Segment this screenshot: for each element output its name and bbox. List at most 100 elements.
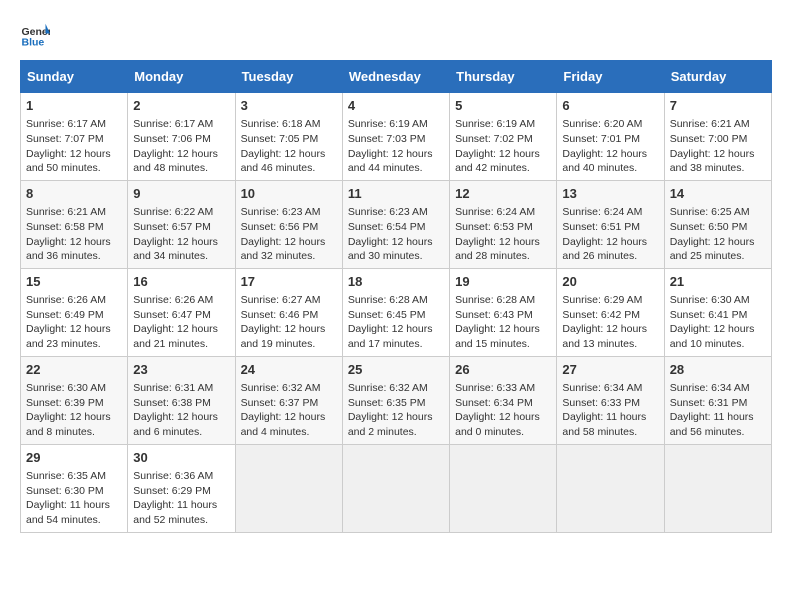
day-info: Sunrise: 6:30 AM Sunset: 6:39 PM Dayligh… xyxy=(26,381,122,440)
day-info: Sunrise: 6:30 AM Sunset: 6:41 PM Dayligh… xyxy=(670,293,766,352)
calendar-day-cell: 14 Sunrise: 6:25 AM Sunset: 6:50 PM Dayli… xyxy=(664,180,771,268)
day-info: Sunrise: 6:31 AM Sunset: 6:38 PM Dayligh… xyxy=(133,381,229,440)
calendar-day-cell: 8Sunrise: 6:21 AM Sunset: 6:58 PM Daylig… xyxy=(21,180,128,268)
day-number: 11 xyxy=(348,185,444,203)
calendar-day-cell: 4 Sunrise: 6:19 AM Sunset: 7:03 PM Daylig… xyxy=(342,93,449,181)
calendar-header-row: SundayMondayTuesdayWednesdayThursdayFrid… xyxy=(21,61,772,93)
day-info: Sunrise: 6:32 AM Sunset: 6:37 PM Dayligh… xyxy=(241,381,337,440)
day-info: Sunrise: 6:22 AM Sunset: 6:57 PM Dayligh… xyxy=(133,205,229,264)
day-number: 25 xyxy=(348,361,444,379)
calendar-day-cell: 25 Sunrise: 6:32 AM Sunset: 6:35 PM Dayli… xyxy=(342,356,449,444)
day-info: Sunrise: 6:17 AM Sunset: 7:07 PM Dayligh… xyxy=(26,117,122,176)
calendar-day-cell: 6Sunrise: 6:20 AM Sunset: 7:01 PM Daylig… xyxy=(557,93,664,181)
calendar-day-cell: 3 Sunrise: 6:18 AM Sunset: 7:05 PM Daylig… xyxy=(235,93,342,181)
day-number: 30 xyxy=(133,449,229,467)
calendar-day-cell: 28 Sunrise: 6:34 AM Sunset: 6:31 PM Dayli… xyxy=(664,356,771,444)
logo-icon: General Blue xyxy=(20,20,50,50)
day-number: 13 xyxy=(562,185,658,203)
day-info: Sunrise: 6:20 AM Sunset: 7:01 PM Dayligh… xyxy=(562,117,658,176)
calendar-day-cell: 16Sunrise: 6:26 AM Sunset: 6:47 PM Dayli… xyxy=(128,268,235,356)
calendar-day-cell: 11 Sunrise: 6:23 AM Sunset: 6:54 PM Dayli… xyxy=(342,180,449,268)
day-number: 21 xyxy=(670,273,766,291)
calendar-day-cell: 5Sunrise: 6:19 AM Sunset: 7:02 PM Daylig… xyxy=(450,93,557,181)
calendar-day-cell: 26 Sunrise: 6:33 AM Sunset: 6:34 PM Dayli… xyxy=(450,356,557,444)
calendar-day-cell: 12Sunrise: 6:24 AM Sunset: 6:53 PM Dayli… xyxy=(450,180,557,268)
day-info: Sunrise: 6:32 AM Sunset: 6:35 PM Dayligh… xyxy=(348,381,444,440)
day-number: 22 xyxy=(26,361,122,379)
day-of-week-header: Friday xyxy=(557,61,664,93)
day-number: 20 xyxy=(562,273,658,291)
day-number: 7 xyxy=(670,97,766,115)
calendar-day-cell: 1 Sunrise: 6:17 AM Sunset: 7:07 PM Daylig… xyxy=(21,93,128,181)
day-info: Sunrise: 6:36 AM Sunset: 6:29 PM Dayligh… xyxy=(133,469,229,528)
calendar-day-cell: 9 Sunrise: 6:22 AM Sunset: 6:57 PM Daylig… xyxy=(128,180,235,268)
day-number: 18 xyxy=(348,273,444,291)
logo: General Blue xyxy=(20,20,54,50)
calendar-day-cell: 24 Sunrise: 6:32 AM Sunset: 6:37 PM Dayli… xyxy=(235,356,342,444)
calendar-day-cell xyxy=(664,444,771,532)
calendar-week-row: 29 Sunrise: 6:35 AM Sunset: 6:30 PM Dayli… xyxy=(21,444,772,532)
day-number: 9 xyxy=(133,185,229,203)
calendar-table: SundayMondayTuesdayWednesdayThursdayFrid… xyxy=(20,60,772,533)
calendar-day-cell: 27 Sunrise: 6:34 AM Sunset: 6:33 PM Dayli… xyxy=(557,356,664,444)
day-info: Sunrise: 6:28 AM Sunset: 6:45 PM Dayligh… xyxy=(348,293,444,352)
calendar-week-row: 1 Sunrise: 6:17 AM Sunset: 7:07 PM Daylig… xyxy=(21,93,772,181)
day-number: 4 xyxy=(348,97,444,115)
calendar-day-cell xyxy=(235,444,342,532)
day-info: Sunrise: 6:19 AM Sunset: 7:02 PM Dayligh… xyxy=(455,117,551,176)
day-number: 29 xyxy=(26,449,122,467)
day-info: Sunrise: 6:26 AM Sunset: 6:47 PM Dayligh… xyxy=(133,293,229,352)
day-number: 2 xyxy=(133,97,229,115)
day-number: 24 xyxy=(241,361,337,379)
calendar-day-cell: 19 Sunrise: 6:28 AM Sunset: 6:43 PM Dayli… xyxy=(450,268,557,356)
calendar-day-cell: 18 Sunrise: 6:28 AM Sunset: 6:45 PM Dayli… xyxy=(342,268,449,356)
calendar-day-cell xyxy=(557,444,664,532)
day-info: Sunrise: 6:25 AM Sunset: 6:50 PM Dayligh… xyxy=(670,205,766,264)
day-number: 12 xyxy=(455,185,551,203)
day-of-week-header: Monday xyxy=(128,61,235,93)
calendar-day-cell: 21 Sunrise: 6:30 AM Sunset: 6:41 PM Dayli… xyxy=(664,268,771,356)
day-of-week-header: Thursday xyxy=(450,61,557,93)
day-info: Sunrise: 6:28 AM Sunset: 6:43 PM Dayligh… xyxy=(455,293,551,352)
calendar-day-cell: 30 Sunrise: 6:36 AM Sunset: 6:29 PM Dayli… xyxy=(128,444,235,532)
calendar-day-cell: 20 Sunrise: 6:29 AM Sunset: 6:42 PM Dayli… xyxy=(557,268,664,356)
day-info: Sunrise: 6:29 AM Sunset: 6:42 PM Dayligh… xyxy=(562,293,658,352)
calendar-day-cell: 23 Sunrise: 6:31 AM Sunset: 6:38 PM Dayli… xyxy=(128,356,235,444)
calendar-day-cell: 22 Sunrise: 6:30 AM Sunset: 6:39 PM Dayli… xyxy=(21,356,128,444)
day-info: Sunrise: 6:24 AM Sunset: 6:51 PM Dayligh… xyxy=(562,205,658,264)
calendar-day-cell: 7 Sunrise: 6:21 AM Sunset: 7:00 PM Daylig… xyxy=(664,93,771,181)
day-number: 1 xyxy=(26,97,122,115)
day-number: 27 xyxy=(562,361,658,379)
day-number: 3 xyxy=(241,97,337,115)
day-number: 10 xyxy=(241,185,337,203)
day-number: 14 xyxy=(670,185,766,203)
calendar-day-cell: 13 Sunrise: 6:24 AM Sunset: 6:51 PM Dayli… xyxy=(557,180,664,268)
day-number: 28 xyxy=(670,361,766,379)
calendar-day-cell: 2 Sunrise: 6:17 AM Sunset: 7:06 PM Daylig… xyxy=(128,93,235,181)
day-info: Sunrise: 6:18 AM Sunset: 7:05 PM Dayligh… xyxy=(241,117,337,176)
calendar-day-cell: 17Sunrise: 6:27 AM Sunset: 6:46 PM Dayli… xyxy=(235,268,342,356)
calendar-week-row: 22 Sunrise: 6:30 AM Sunset: 6:39 PM Dayli… xyxy=(21,356,772,444)
day-of-week-header: Tuesday xyxy=(235,61,342,93)
page-header: General Blue xyxy=(20,20,772,50)
day-info: Sunrise: 6:19 AM Sunset: 7:03 PM Dayligh… xyxy=(348,117,444,176)
day-info: Sunrise: 6:17 AM Sunset: 7:06 PM Dayligh… xyxy=(133,117,229,176)
calendar-week-row: 15Sunrise: 6:26 AM Sunset: 6:49 PM Dayli… xyxy=(21,268,772,356)
day-info: Sunrise: 6:26 AM Sunset: 6:49 PM Dayligh… xyxy=(26,293,122,352)
day-info: Sunrise: 6:34 AM Sunset: 6:33 PM Dayligh… xyxy=(562,381,658,440)
day-info: Sunrise: 6:23 AM Sunset: 6:54 PM Dayligh… xyxy=(348,205,444,264)
day-info: Sunrise: 6:34 AM Sunset: 6:31 PM Dayligh… xyxy=(670,381,766,440)
day-info: Sunrise: 6:21 AM Sunset: 7:00 PM Dayligh… xyxy=(670,117,766,176)
calendar-day-cell: 15Sunrise: 6:26 AM Sunset: 6:49 PM Dayli… xyxy=(21,268,128,356)
day-info: Sunrise: 6:27 AM Sunset: 6:46 PM Dayligh… xyxy=(241,293,337,352)
calendar-day-cell xyxy=(342,444,449,532)
day-number: 8 xyxy=(26,185,122,203)
day-number: 26 xyxy=(455,361,551,379)
day-info: Sunrise: 6:23 AM Sunset: 6:56 PM Dayligh… xyxy=(241,205,337,264)
day-number: 23 xyxy=(133,361,229,379)
day-of-week-header: Wednesday xyxy=(342,61,449,93)
day-of-week-header: Saturday xyxy=(664,61,771,93)
day-info: Sunrise: 6:33 AM Sunset: 6:34 PM Dayligh… xyxy=(455,381,551,440)
day-number: 19 xyxy=(455,273,551,291)
day-info: Sunrise: 6:35 AM Sunset: 6:30 PM Dayligh… xyxy=(26,469,122,528)
